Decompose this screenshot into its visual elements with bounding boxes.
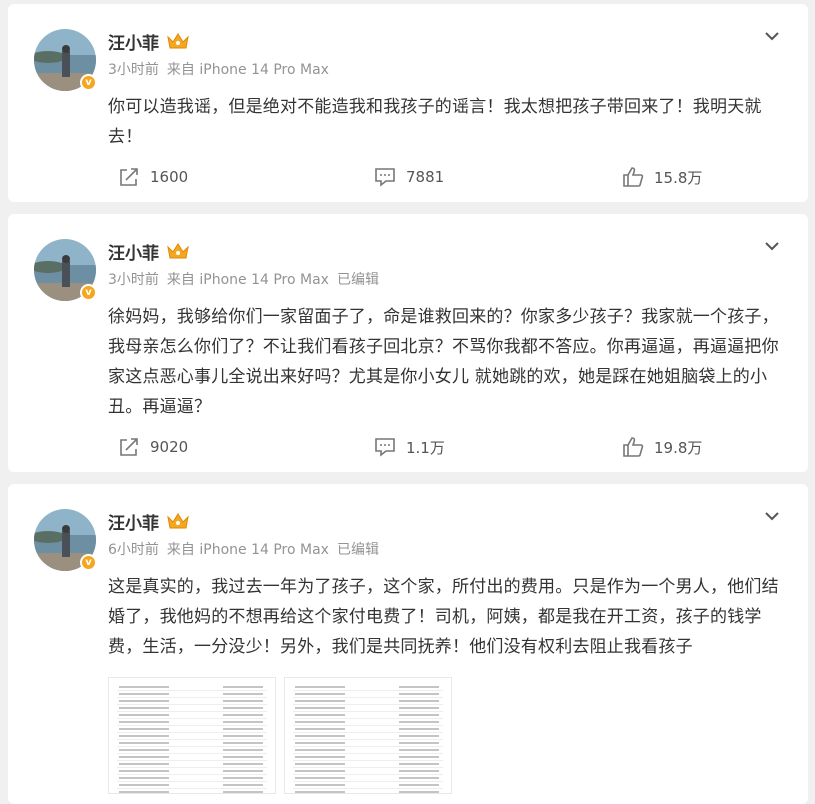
- verified-badge-icon: v: [80, 74, 97, 91]
- post-meta: 3小时前 来自 iPhone 14 Pro Max 已编辑: [108, 269, 387, 289]
- post-source: 来自 iPhone 14 Pro Max: [166, 542, 329, 558]
- post-text: 徐妈妈，我够给你们一家留面子了，命是谁救回来的？你家多少孩子？我家就一个孩子，我…: [108, 307, 779, 417]
- post-source: 来自 iPhone 14 Pro Max: [166, 272, 329, 288]
- post-source: 来自 iPhone 14 Pro Max: [166, 62, 329, 78]
- crown-icon[interactable]: [166, 511, 190, 531]
- repost-count: 1600: [150, 168, 189, 186]
- action-bar: 1600 7881 15.8万: [8, 165, 808, 189]
- comment-icon: [375, 438, 395, 457]
- like-icon: [623, 437, 644, 457]
- author-name[interactable]: 汪小菲: [108, 509, 159, 534]
- expense-image-1[interactable]: [108, 677, 276, 794]
- repost-count: 9020: [150, 438, 189, 456]
- repost-icon: [120, 168, 138, 186]
- comment-button[interactable]: 1.1万: [374, 435, 445, 459]
- repost-icon: [120, 438, 138, 456]
- like-button[interactable]: 15.8万: [622, 165, 702, 189]
- edited-label[interactable]: 已编辑: [337, 542, 379, 558]
- expense-image-2[interactable]: [284, 677, 452, 794]
- verified-badge-icon: v: [80, 284, 97, 301]
- action-bar: 9020 1.1万 19.8万: [8, 435, 808, 459]
- like-count: 19.8万: [654, 438, 703, 457]
- chevron-down-icon[interactable]: [762, 506, 782, 526]
- post-meta: 6小时前 来自 iPhone 14 Pro Max 已编辑: [108, 539, 387, 559]
- post-time[interactable]: 3小时前: [108, 62, 159, 78]
- crown-icon[interactable]: [166, 241, 190, 261]
- verified-badge-icon: v: [80, 554, 97, 571]
- like-button[interactable]: 19.8万: [622, 435, 702, 459]
- author-name[interactable]: 汪小菲: [108, 29, 159, 54]
- chevron-down-icon[interactable]: [762, 236, 782, 256]
- post-time[interactable]: 6小时前: [108, 542, 159, 558]
- comment-count: 7881: [406, 168, 445, 186]
- repost-button[interactable]: 1600: [118, 165, 188, 189]
- like-count: 15.8万: [654, 168, 703, 187]
- chevron-down-icon[interactable]: [762, 26, 782, 46]
- edited-label[interactable]: 已编辑: [337, 272, 379, 288]
- comment-icon: [375, 168, 395, 187]
- post-card-1: v 汪小菲 3小时前 来自 iPhone 14 Pro Max 你可以造我谣，但是…: [8, 4, 808, 202]
- post-time[interactable]: 3小时前: [108, 272, 159, 288]
- author-name[interactable]: 汪小菲: [108, 239, 159, 264]
- comment-button[interactable]: 7881: [374, 165, 444, 189]
- post-card-2: v 汪小菲 3小时前 来自 iPhone 14 Pro Max 已编辑 徐妈妈，我够…: [8, 214, 808, 472]
- post-text: 这是真实的，我过去一年为了孩子，这个家，所付出的费用。只是作为一个男人，他们结婚…: [108, 577, 779, 657]
- like-icon: [623, 167, 644, 187]
- post-meta: 3小时前 来自 iPhone 14 Pro Max: [108, 59, 337, 79]
- repost-button[interactable]: 9020: [118, 435, 188, 459]
- post-text: 你可以造我谣，但是绝对不能造我和我孩子的谣言！我太想把孩子带回来了！我明天就去！: [108, 97, 762, 147]
- comment-count: 1.1万: [406, 438, 445, 457]
- crown-icon[interactable]: [166, 31, 190, 51]
